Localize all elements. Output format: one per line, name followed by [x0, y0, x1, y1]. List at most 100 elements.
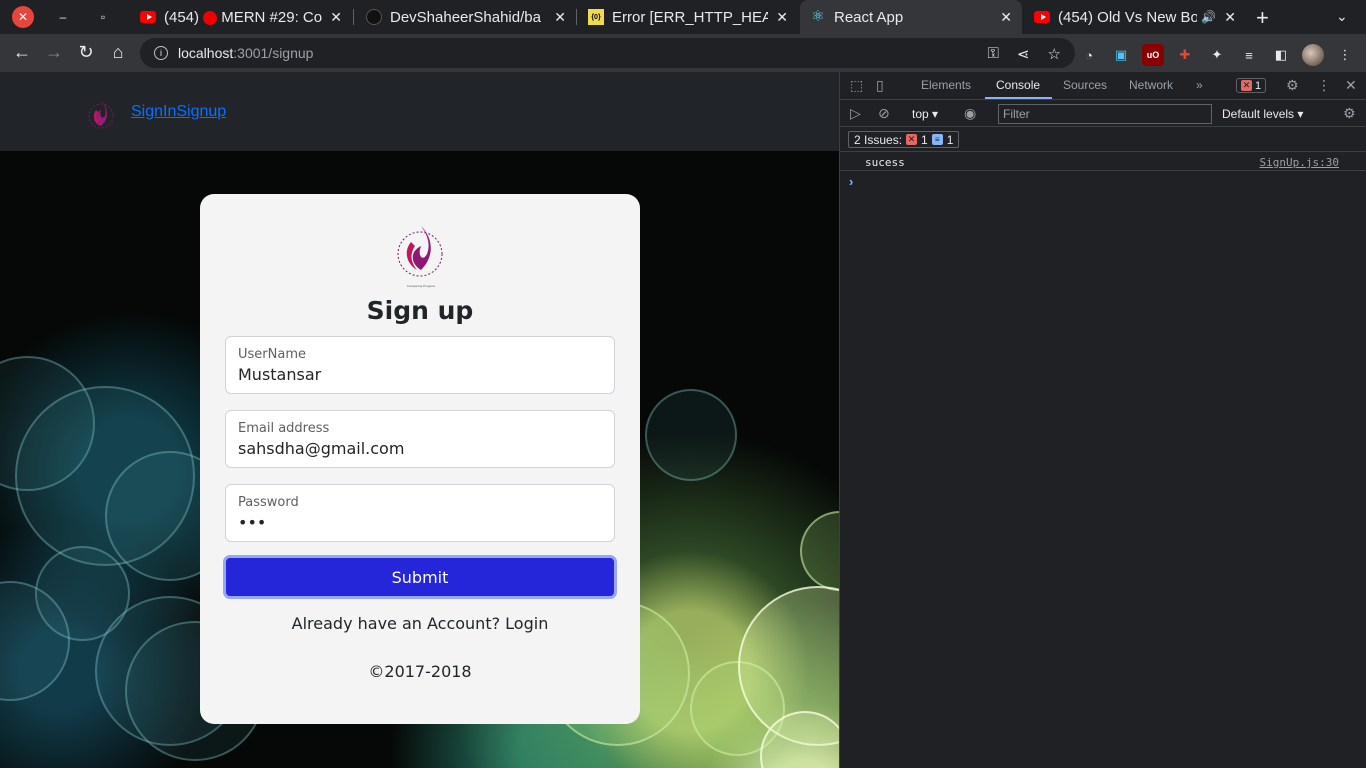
tab-title: Error [ERR_HTTP_HEAD — [612, 8, 769, 26]
log-message: sucess — [865, 156, 905, 169]
devtools-tab-network[interactable]: Network — [1129, 78, 1173, 92]
brand-logo-icon — [88, 100, 114, 129]
react-icon: ⚛ — [811, 8, 825, 25]
address-bar[interactable]: i localhost:3001/signup ⚿ ⋖ ☆ — [140, 38, 1075, 68]
brand-link[interactable]: SignInSignup — [131, 103, 226, 121]
error-count-badge[interactable]: ✕ 1 — [1236, 78, 1267, 93]
password-label: Password — [238, 495, 299, 510]
devtools-tab-elements[interactable]: Elements — [921, 78, 971, 92]
extension-icon[interactable]: ✚ — [1174, 44, 1196, 66]
copyright-text: ©2017-2018 — [368, 662, 472, 681]
devtools-tab-sources[interactable]: Sources — [1063, 78, 1107, 92]
key-icon[interactable]: ⚿ — [988, 45, 999, 63]
console-settings-gear-icon[interactable]: ⚙ — [1343, 105, 1356, 122]
menu-kebab-icon[interactable]: ⋮ — [1334, 44, 1356, 66]
tab-github[interactable]: DevShaheerShahid/ba ✕ — [356, 0, 576, 34]
youtube-icon — [140, 9, 156, 25]
reload-icon[interactable]: ↻ — [75, 42, 97, 63]
extension-icon[interactable]: ▣ — [1110, 44, 1132, 66]
tab-title: DevShaheerShahid/ba — [390, 8, 541, 26]
audio-playing-icon[interactable]: 🔊 — [1201, 10, 1216, 24]
console-toolbar: ▷ ⊘ top ▾ ◉ Filter Default levels ▾ ⚙ — [840, 101, 1366, 127]
error-count: 1 — [1255, 79, 1262, 92]
tab-title: (454) Old Vs New Bo — [1058, 8, 1198, 26]
profile-avatar[interactable] — [1302, 44, 1324, 66]
tab-close-icon[interactable]: ✕ — [1000, 9, 1012, 26]
log-levels-dropdown[interactable]: Default levels ▾ — [1222, 107, 1303, 121]
devtools-panel: ⬚ ▯ Elements Console Sources Network » ✕… — [839, 72, 1366, 768]
inspect-element-icon[interactable]: ⬚ — [850, 77, 863, 94]
context-selector[interactable]: top ▾ — [912, 107, 938, 121]
active-tab-indicator — [985, 97, 1052, 99]
window-close-button[interactable]: ✕ — [12, 6, 34, 28]
side-panel-icon[interactable]: ◧ — [1270, 44, 1292, 66]
settings-gear-icon[interactable]: ⚙ — [1286, 77, 1299, 94]
bookmark-star-icon[interactable]: ☆ — [1048, 45, 1061, 63]
navbar: SignInSignup — [0, 72, 839, 151]
more-tabs-icon[interactable]: » — [1196, 78, 1203, 92]
logo-caption: Conquering Progress — [407, 284, 436, 288]
issues-label: 2 Issues: — [854, 132, 903, 147]
tab-close-icon[interactable]: ✕ — [776, 9, 788, 26]
email-label: Email address — [238, 421, 330, 436]
tab-close-icon[interactable]: ✕ — [554, 9, 566, 26]
console-prompt-chevron-icon[interactable]: › — [849, 174, 853, 189]
live-expression-eye-icon[interactable]: ◉ — [964, 105, 976, 122]
back-arrow-icon[interactable]: ← — [11, 42, 33, 63]
sidebar-toggle-icon[interactable]: ▷ — [850, 105, 861, 122]
issues-button[interactable]: 2 Issues: ✕ 1 ≡ 1 — [848, 131, 960, 148]
error-icon: ✕ — [1241, 80, 1252, 91]
ublock-icon[interactable]: uO — [1142, 44, 1164, 66]
new-tab-button[interactable]: + — [1256, 5, 1269, 31]
username-field[interactable]: UserName Mustansar — [225, 336, 615, 394]
issues-info-count: 1 — [946, 132, 954, 147]
tab-strip: ✕ – ▫ (454) MERN #29: Co ✕ DevShaheerSha… — [0, 0, 1366, 34]
tab-youtube-mern[interactable]: (454) MERN #29: Co ✕ — [130, 0, 352, 34]
tab-search-chevron-icon[interactable]: ⌄ — [1336, 8, 1348, 25]
submit-button[interactable]: Submit — [223, 555, 617, 599]
tab-youtube-old-vs-new[interactable]: (454) Old Vs New Bo 🔊 ✕ — [1024, 0, 1246, 34]
devtools-menu-icon[interactable]: ⋮ — [1317, 77, 1331, 94]
email-field[interactable]: Email address sahsdha@gmail.com — [225, 410, 615, 468]
tab-title: React App — [834, 8, 904, 26]
clear-console-icon[interactable]: ⊘ — [878, 105, 890, 122]
console-filter-input[interactable]: Filter — [998, 104, 1212, 124]
devtools-tab-console[interactable]: Console — [996, 78, 1040, 92]
tab-close-icon[interactable]: ✕ — [1224, 9, 1236, 26]
site-info-icon[interactable]: i — [154, 46, 168, 60]
devtools-tabbar: ⬚ ▯ Elements Console Sources Network » ✕… — [840, 72, 1366, 100]
js-icon: {0} — [588, 9, 604, 25]
info-message-icon: ≡ — [931, 134, 943, 145]
window-maximize-button[interactable]: ▫ — [92, 6, 114, 28]
extensions-puzzle-icon[interactable]: ✦ — [1206, 44, 1228, 66]
home-icon[interactable]: ⌂ — [107, 42, 129, 63]
log-levels-label: Default levels — [1222, 107, 1295, 121]
url-path: :3001/signup — [233, 45, 314, 61]
email-input[interactable]: sahsdha@gmail.com — [238, 439, 598, 458]
error-icon: ✕ — [906, 134, 918, 145]
login-link[interactable]: Already have an Account? Login — [200, 614, 640, 633]
username-input[interactable]: Mustansar — [238, 365, 598, 384]
share-icon[interactable]: ⋖ — [1017, 45, 1030, 63]
media-control-icon[interactable]: ≡ — [1238, 44, 1260, 66]
signup-card: Conquering Progress Sign up UserName Mus… — [200, 194, 640, 724]
password-field[interactable]: Password ••• — [225, 484, 615, 542]
tab-title: MERN #29: Co — [221, 8, 323, 26]
tab-error-page[interactable]: {0} Error [ERR_HTTP_HEAD ✕ — [578, 0, 798, 34]
extension-icon[interactable]: ◔ — [1078, 44, 1100, 66]
password-input[interactable]: ••• — [238, 513, 598, 532]
window-minimize-button[interactable]: – — [52, 6, 74, 28]
close-devtools-icon[interactable]: ✕ — [1345, 77, 1357, 94]
youtube-icon — [1034, 9, 1050, 25]
log-source-link[interactable]: SignUp.js:30 — [1260, 156, 1339, 169]
console-log-row: sucess SignUp.js:30 — [840, 153, 1366, 171]
github-icon — [366, 9, 382, 25]
tab-react-app[interactable]: ⚛ React App ✕ — [800, 0, 1022, 34]
device-toolbar-icon[interactable]: ▯ — [876, 77, 884, 94]
tab-title-prefix: (454) — [164, 8, 200, 26]
issues-error-count: 1 — [921, 132, 928, 147]
company-logo-icon: Conquering Progress — [397, 226, 443, 288]
forward-arrow-icon[interactable]: → — [43, 42, 65, 63]
tab-close-icon[interactable]: ✕ — [330, 9, 342, 26]
web-page: SignInSignup Conquering Progress Sign up… — [0, 72, 839, 768]
